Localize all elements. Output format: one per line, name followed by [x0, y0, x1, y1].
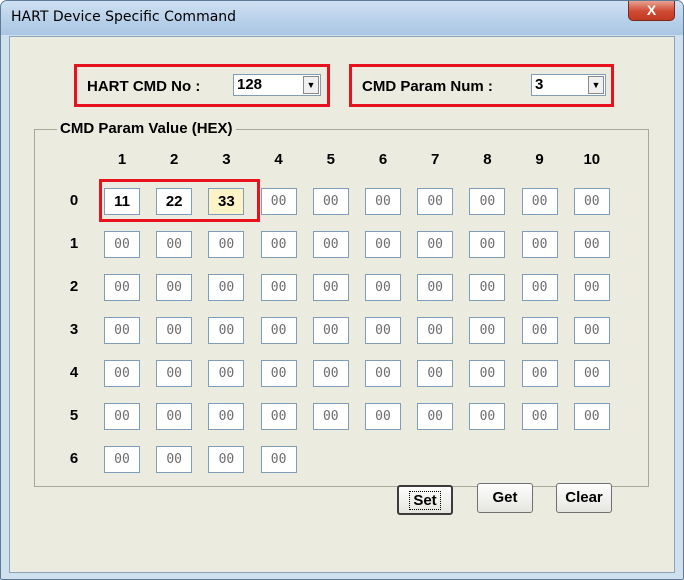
param-value-input[interactable]: 00: [417, 231, 454, 258]
param-value-input[interactable]: 00: [521, 188, 558, 215]
param-value-input[interactable]: 00: [469, 403, 506, 430]
param-value-input[interactable]: 00: [469, 317, 506, 344]
param-value-input[interactable]: 00: [312, 317, 349, 344]
column-header: 8: [483, 151, 492, 168]
close-button[interactable]: X: [628, 1, 675, 21]
param-value-input[interactable]: 00: [156, 317, 193, 344]
param-value-input[interactable]: 00: [469, 360, 506, 387]
param-value-input[interactable]: 00: [156, 446, 193, 473]
param-value-input[interactable]: 00: [365, 231, 401, 258]
column-header: 3: [222, 151, 231, 168]
param-value-input[interactable]: 00: [260, 317, 297, 344]
param-value-input[interactable]: 00: [104, 403, 140, 430]
column-header: 4: [274, 151, 283, 168]
param-value-input[interactable]: 00: [260, 231, 297, 258]
dialog-window: HART Device Specific Command X HART CMD …: [0, 0, 684, 580]
param-value-input[interactable]: 00: [417, 188, 454, 215]
param-value-input[interactable]: 00: [521, 403, 558, 430]
param-value-input[interactable]: 00: [573, 317, 610, 344]
param-value-input[interactable]: 00: [208, 274, 245, 301]
title-bar[interactable]: HART Device Specific Command: [1, 1, 683, 35]
param-value-input[interactable]: 00: [312, 360, 349, 387]
param-value-input[interactable]: 00: [260, 274, 297, 301]
param-value-input[interactable]: 00: [104, 231, 140, 258]
column-header: 5: [326, 151, 335, 168]
column-header: 7: [431, 151, 440, 168]
param-value-group-title: CMD Param Value (HEX): [57, 120, 236, 137]
param-value-input[interactable]: 00: [156, 360, 193, 387]
param-value-input[interactable]: 00: [573, 274, 610, 301]
param-value-input[interactable]: 00: [365, 274, 401, 301]
param-value-input[interactable]: 00: [469, 231, 506, 258]
param-value-input[interactable]: 00: [312, 231, 349, 258]
column-header: 1: [117, 151, 127, 168]
param-value-input[interactable]: 00: [573, 403, 610, 430]
param-value-input[interactable]: 00: [417, 317, 454, 344]
get-button[interactable]: Get: [477, 483, 533, 513]
param-value-input[interactable]: 00: [365, 317, 401, 344]
param-value-input[interactable]: 00: [312, 274, 349, 301]
param-value-input[interactable]: 00: [104, 446, 140, 473]
param-value-input[interactable]: 00: [104, 274, 140, 301]
row-header: 2: [69, 278, 79, 295]
param-value-input[interactable]: 00: [521, 317, 558, 344]
param-value-input[interactable]: 00: [573, 360, 610, 387]
column-header: 10: [583, 151, 601, 168]
param-value-input[interactable]: 00: [260, 403, 297, 430]
param-value-input[interactable]: 00: [156, 274, 193, 301]
param-num-highlight-box: [349, 64, 614, 107]
row-header: 4: [69, 364, 79, 381]
row-header: 0: [69, 192, 79, 209]
row-header: 3: [69, 321, 79, 338]
row0-values-highlight-box: [99, 179, 260, 222]
row-header: 5: [69, 407, 79, 424]
param-value-input[interactable]: 00: [573, 231, 610, 258]
row-header: 6: [69, 450, 79, 467]
param-value-input[interactable]: 00: [260, 360, 297, 387]
param-value-input[interactable]: 00: [156, 403, 193, 430]
param-value-input[interactable]: 00: [365, 360, 401, 387]
column-header: 2: [170, 151, 179, 168]
column-header: 9: [535, 151, 544, 168]
param-value-input[interactable]: 00: [208, 403, 245, 430]
param-value-input[interactable]: 00: [312, 403, 349, 430]
param-value-input[interactable]: 00: [573, 188, 610, 215]
param-value-input[interactable]: 00: [208, 360, 245, 387]
param-value-input[interactable]: 00: [365, 403, 401, 430]
param-value-input[interactable]: 00: [312, 188, 349, 215]
param-value-input[interactable]: 00: [417, 360, 454, 387]
param-value-input[interactable]: 00: [104, 317, 140, 344]
clear-button[interactable]: Clear: [556, 483, 612, 513]
param-value-input[interactable]: 00: [365, 188, 401, 215]
param-value-input[interactable]: 00: [260, 446, 297, 473]
param-value-input[interactable]: 00: [208, 231, 245, 258]
cmd-no-highlight-box: [74, 64, 330, 107]
window-title: HART Device Specific Command: [11, 9, 237, 25]
param-value-input[interactable]: 00: [469, 188, 506, 215]
row-header: 1: [69, 235, 79, 252]
param-value-input[interactable]: 00: [469, 274, 506, 301]
param-value-input[interactable]: 00: [104, 360, 140, 387]
param-value-input[interactable]: 00: [521, 274, 558, 301]
param-value-input[interactable]: 00: [521, 360, 558, 387]
param-value-input[interactable]: 00: [156, 231, 193, 258]
param-value-input[interactable]: 00: [260, 188, 297, 215]
param-value-input[interactable]: 00: [417, 274, 454, 301]
param-value-input[interactable]: 00: [208, 317, 245, 344]
column-header: 6: [378, 151, 388, 168]
set-button-label: Set: [409, 491, 441, 510]
set-button[interactable]: Set: [397, 485, 453, 515]
param-value-input[interactable]: 00: [521, 231, 558, 258]
param-value-input[interactable]: 00: [208, 446, 245, 473]
param-value-input[interactable]: 00: [417, 403, 454, 430]
